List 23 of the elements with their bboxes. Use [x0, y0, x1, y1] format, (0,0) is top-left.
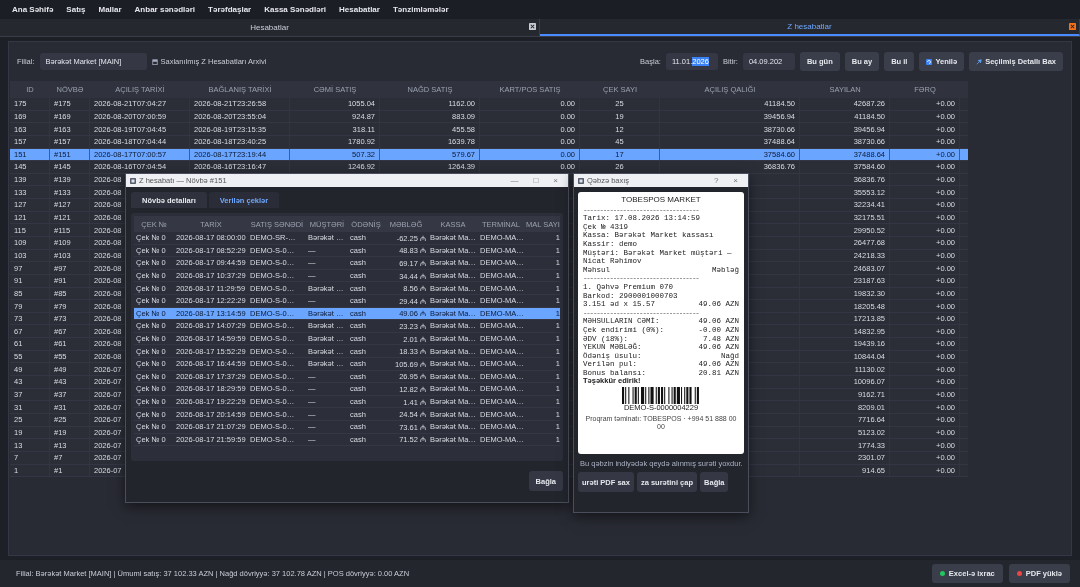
menu-item[interactable]: Ana Səhifə — [7, 5, 62, 14]
receipt-heading: TOBESPOS MARKET — [620, 196, 702, 205]
refresh-icon — [926, 58, 933, 65]
app-icon — [578, 177, 584, 184]
menu-item[interactable]: Satış — [61, 5, 94, 14]
window-control[interactable]: × — [727, 176, 744, 185]
window-control[interactable]: □ — [527, 176, 545, 185]
tab[interactable]: Z hesabatlar — [540, 18, 1080, 36]
menu-item[interactable]: Anbar sənədləri — [129, 5, 204, 14]
menu-item[interactable]: Tənzimləmələr — [387, 5, 457, 14]
close-icon[interactable] — [1069, 22, 1076, 30]
window-control[interactable]: — — [504, 176, 525, 185]
menu-item[interactable]: Hesabatlar — [334, 5, 388, 14]
menu-item[interactable]: Kassa Sənədləri — [259, 5, 334, 14]
window-control[interactable]: ? — [707, 176, 725, 185]
archive-icon — [151, 58, 158, 65]
close-icon[interactable] — [529, 22, 536, 30]
app-icon — [130, 177, 136, 184]
tab[interactable]: Hesabatlar — [0, 18, 540, 36]
menu-item[interactable]: Mallar — [93, 5, 130, 14]
pin-icon — [976, 58, 983, 65]
menu-item[interactable]: Tərəfdaşlar — [203, 5, 260, 14]
window-control[interactable]: × — [547, 176, 564, 185]
